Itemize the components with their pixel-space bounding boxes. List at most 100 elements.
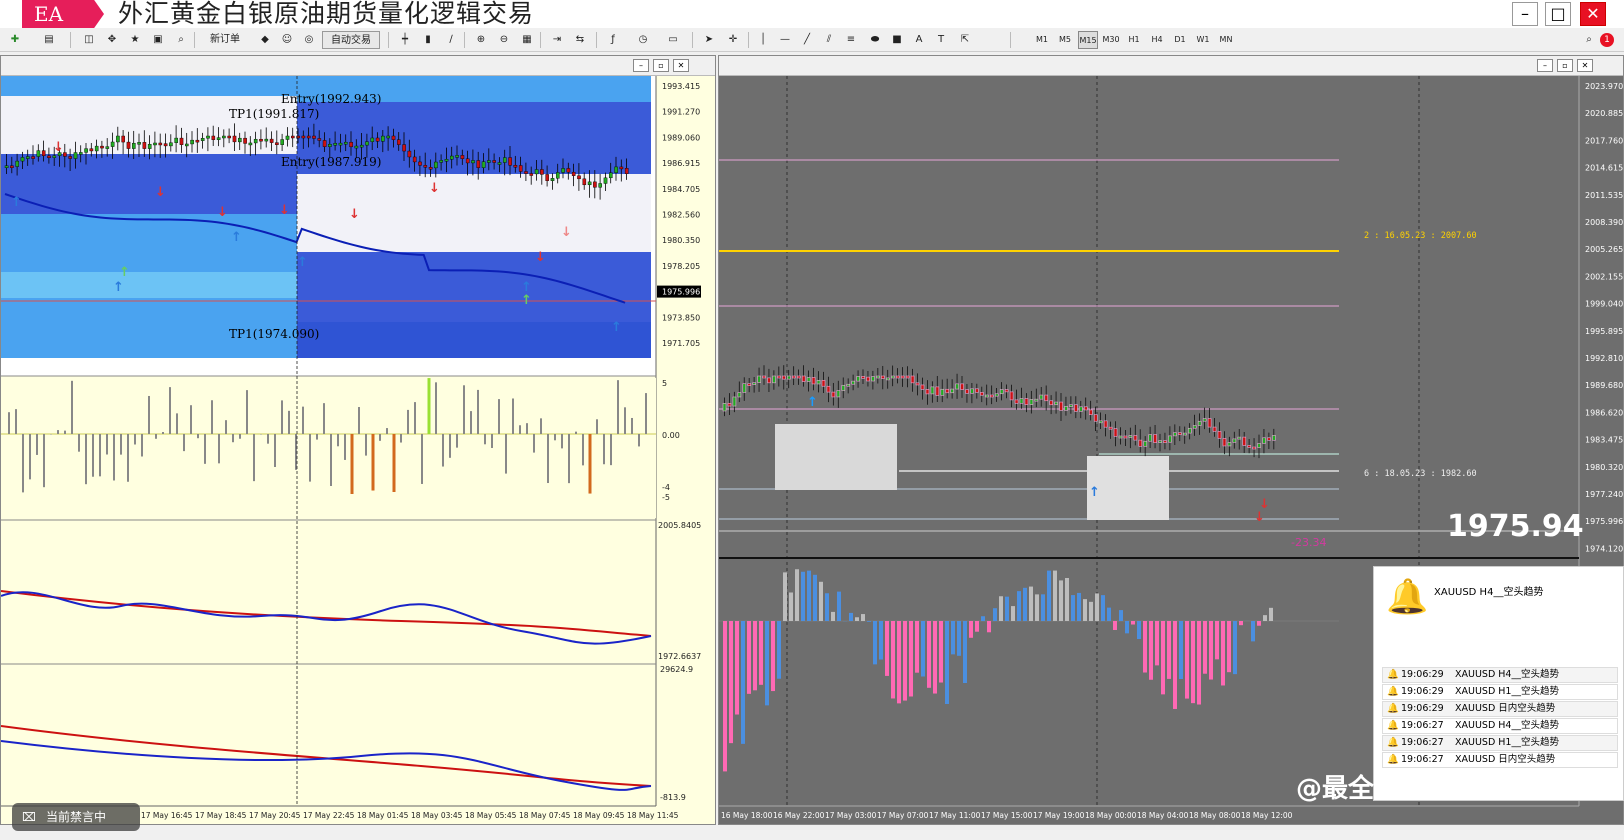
ellipse-icon[interactable]: ⬬ xyxy=(866,31,884,49)
left-restore-icon[interactable]: ▫ xyxy=(653,59,669,72)
timeframe-h4[interactable]: H4 xyxy=(1147,31,1167,49)
candle-body xyxy=(100,145,104,149)
candle-body xyxy=(142,142,147,149)
new-chart-icon[interactable]: ✚ xyxy=(6,31,24,49)
timeframe-d1[interactable]: D1 xyxy=(1170,31,1190,49)
left-close-icon[interactable]: ✕ xyxy=(673,59,689,72)
alert-panel: 🔔 XAUUSD H4__空头趋势 🔔 19:06:29 XAUUSD H4__空头… xyxy=(1373,566,1624,801)
alert-row[interactable]: 🔔 19:06:29 XAUUSD 日内空头趋势 xyxy=(1382,701,1618,717)
tile-windows-icon[interactable]: ▦ xyxy=(518,31,536,49)
candle-body xyxy=(1187,427,1192,434)
price-diff-label: -23.34 xyxy=(1291,536,1326,549)
trendline-icon[interactable]: ╱ xyxy=(798,31,816,49)
candle-body xyxy=(831,391,836,398)
candle-body xyxy=(492,160,497,163)
periods-icon[interactable]: ◷ xyxy=(634,31,652,49)
histogram-bar xyxy=(1017,591,1021,621)
notification-badge[interactable]: 1 xyxy=(1600,33,1614,47)
alert-row[interactable]: 🔔 19:06:27 XAUUSD H1__空头趋势 xyxy=(1382,735,1618,751)
crosshair-move-icon[interactable]: ✥ xyxy=(103,31,121,49)
candle-body xyxy=(280,139,285,145)
right-restore-icon[interactable]: ▫ xyxy=(1557,59,1573,72)
timeframe-mn[interactable]: MN xyxy=(1216,31,1236,49)
zoom-out-icon[interactable]: ⊖ xyxy=(495,31,513,49)
price-tick-label: 1984.705 xyxy=(662,185,700,194)
search-icon[interactable]: ⌕ xyxy=(1580,31,1598,49)
tester-icon[interactable]: ⌕ xyxy=(172,31,190,49)
vertical-line-icon[interactable]: │ xyxy=(754,31,772,49)
timeframe-m30[interactable]: M30 xyxy=(1101,31,1121,49)
candle-body xyxy=(593,181,597,188)
signals-icon[interactable]: ☺ xyxy=(278,31,296,49)
maximize-icon[interactable]: □ xyxy=(1545,2,1571,26)
metaeditor-icon[interactable]: ◆ xyxy=(256,31,274,49)
right-minimize-icon[interactable]: – xyxy=(1537,59,1553,72)
market-watch-icon[interactable]: ◫ xyxy=(80,31,98,49)
candle-body xyxy=(545,174,549,181)
histogram-bar xyxy=(777,621,781,679)
candle-body xyxy=(598,183,602,188)
left-chart-canvas[interactable]: 1993.415 1991.270 1989.060 1986.915 1984.705… xyxy=(1,76,717,826)
candle-body xyxy=(423,165,428,168)
histogram-bar xyxy=(1095,593,1099,621)
timeframe-m5[interactable]: M5 xyxy=(1055,31,1075,49)
rectangle-icon[interactable]: ■ xyxy=(888,31,906,49)
histogram-bar xyxy=(1209,621,1213,680)
candle-body xyxy=(36,150,41,157)
arrows-icon[interactable]: ⇱ xyxy=(956,31,974,49)
histogram-bar xyxy=(1173,621,1177,709)
time-axis-label: 18 May 11:45 xyxy=(627,811,679,820)
candle-body xyxy=(1143,440,1148,447)
indicators-icon[interactable]: ƒ xyxy=(604,31,622,49)
horizontal-line-icon[interactable]: — xyxy=(776,31,794,49)
histogram-bar xyxy=(729,621,733,744)
candle-body xyxy=(529,173,534,176)
level-label: 2 : 16.05.23 : 2007.60 xyxy=(1364,231,1477,241)
candle-body xyxy=(1207,418,1212,428)
label-icon[interactable]: T xyxy=(932,31,950,49)
bar-chart-icon[interactable]: ┿ xyxy=(396,31,414,49)
left-minimize-icon[interactable]: – xyxy=(633,59,649,72)
timeframe-w1[interactable]: W1 xyxy=(1193,31,1213,49)
histogram-bar xyxy=(891,621,895,699)
candle-body xyxy=(1168,435,1172,443)
candle-body xyxy=(965,389,969,394)
chart-shift-icon[interactable]: ⇥ xyxy=(548,31,566,49)
timeframe-h1[interactable]: H1 xyxy=(1124,31,1144,49)
text-icon[interactable]: A xyxy=(910,31,928,49)
line-chart-icon[interactable]: ∕ xyxy=(442,31,460,49)
timeframe-m1[interactable]: M1 xyxy=(1032,31,1052,49)
right-close-icon[interactable]: ✕ xyxy=(1577,59,1593,72)
alert-row[interactable]: 🔔 19:06:29 XAUUSD H4__空头趋势 xyxy=(1382,667,1618,683)
candle-body xyxy=(147,143,152,149)
alert-row[interactable]: 🔔 19:06:29 XAUUSD H1__空头趋势 xyxy=(1382,684,1618,700)
histogram-bar xyxy=(783,572,787,621)
candle-chart-icon[interactable]: ▮ xyxy=(419,31,437,49)
terminal-icon[interactable]: ▣ xyxy=(149,31,167,49)
time-axis-label: 18 May 05:45 xyxy=(465,811,517,820)
close-icon[interactable]: ✕ xyxy=(1580,2,1606,26)
fibo-icon[interactable]: ≡ xyxy=(842,31,860,49)
alert-row[interactable]: 🔔 19:06:27 XAUUSD 日内空头趋势 xyxy=(1382,752,1618,768)
zoom-in-icon[interactable]: ⊕ xyxy=(472,31,490,49)
timeframe-m15[interactable]: M15 xyxy=(1078,31,1098,49)
profiles-icon[interactable]: ▤ xyxy=(40,31,58,49)
web-icon[interactable]: ◎ xyxy=(300,31,318,49)
crosshair-icon[interactable]: ✛ xyxy=(724,31,742,49)
alert-row[interactable]: 🔔 19:06:27 XAUUSD H4__空头趋势 xyxy=(1382,718,1618,734)
channel-icon[interactable]: ⫽ xyxy=(820,31,838,49)
mute-status-chip[interactable]: ⌧ 当前禁言中 xyxy=(12,803,140,831)
auto-trade-button[interactable]: 自动交易 xyxy=(322,31,380,49)
candle-body xyxy=(935,386,940,396)
new-order-button[interactable]: 新订单 xyxy=(200,31,250,49)
candle-body xyxy=(89,148,94,152)
autoscroll-icon[interactable]: ⇆ xyxy=(571,31,589,49)
candle-body xyxy=(338,142,343,146)
histogram-bar xyxy=(933,621,937,694)
cursor-icon[interactable]: ➤ xyxy=(700,31,718,49)
templates-icon[interactable]: ▭ xyxy=(664,31,682,49)
alert-time: 19:06:29 xyxy=(1401,703,1444,714)
candle-body xyxy=(359,144,364,148)
navigator-icon[interactable]: ★ xyxy=(126,31,144,49)
minimize-icon[interactable]: – xyxy=(1512,2,1538,26)
